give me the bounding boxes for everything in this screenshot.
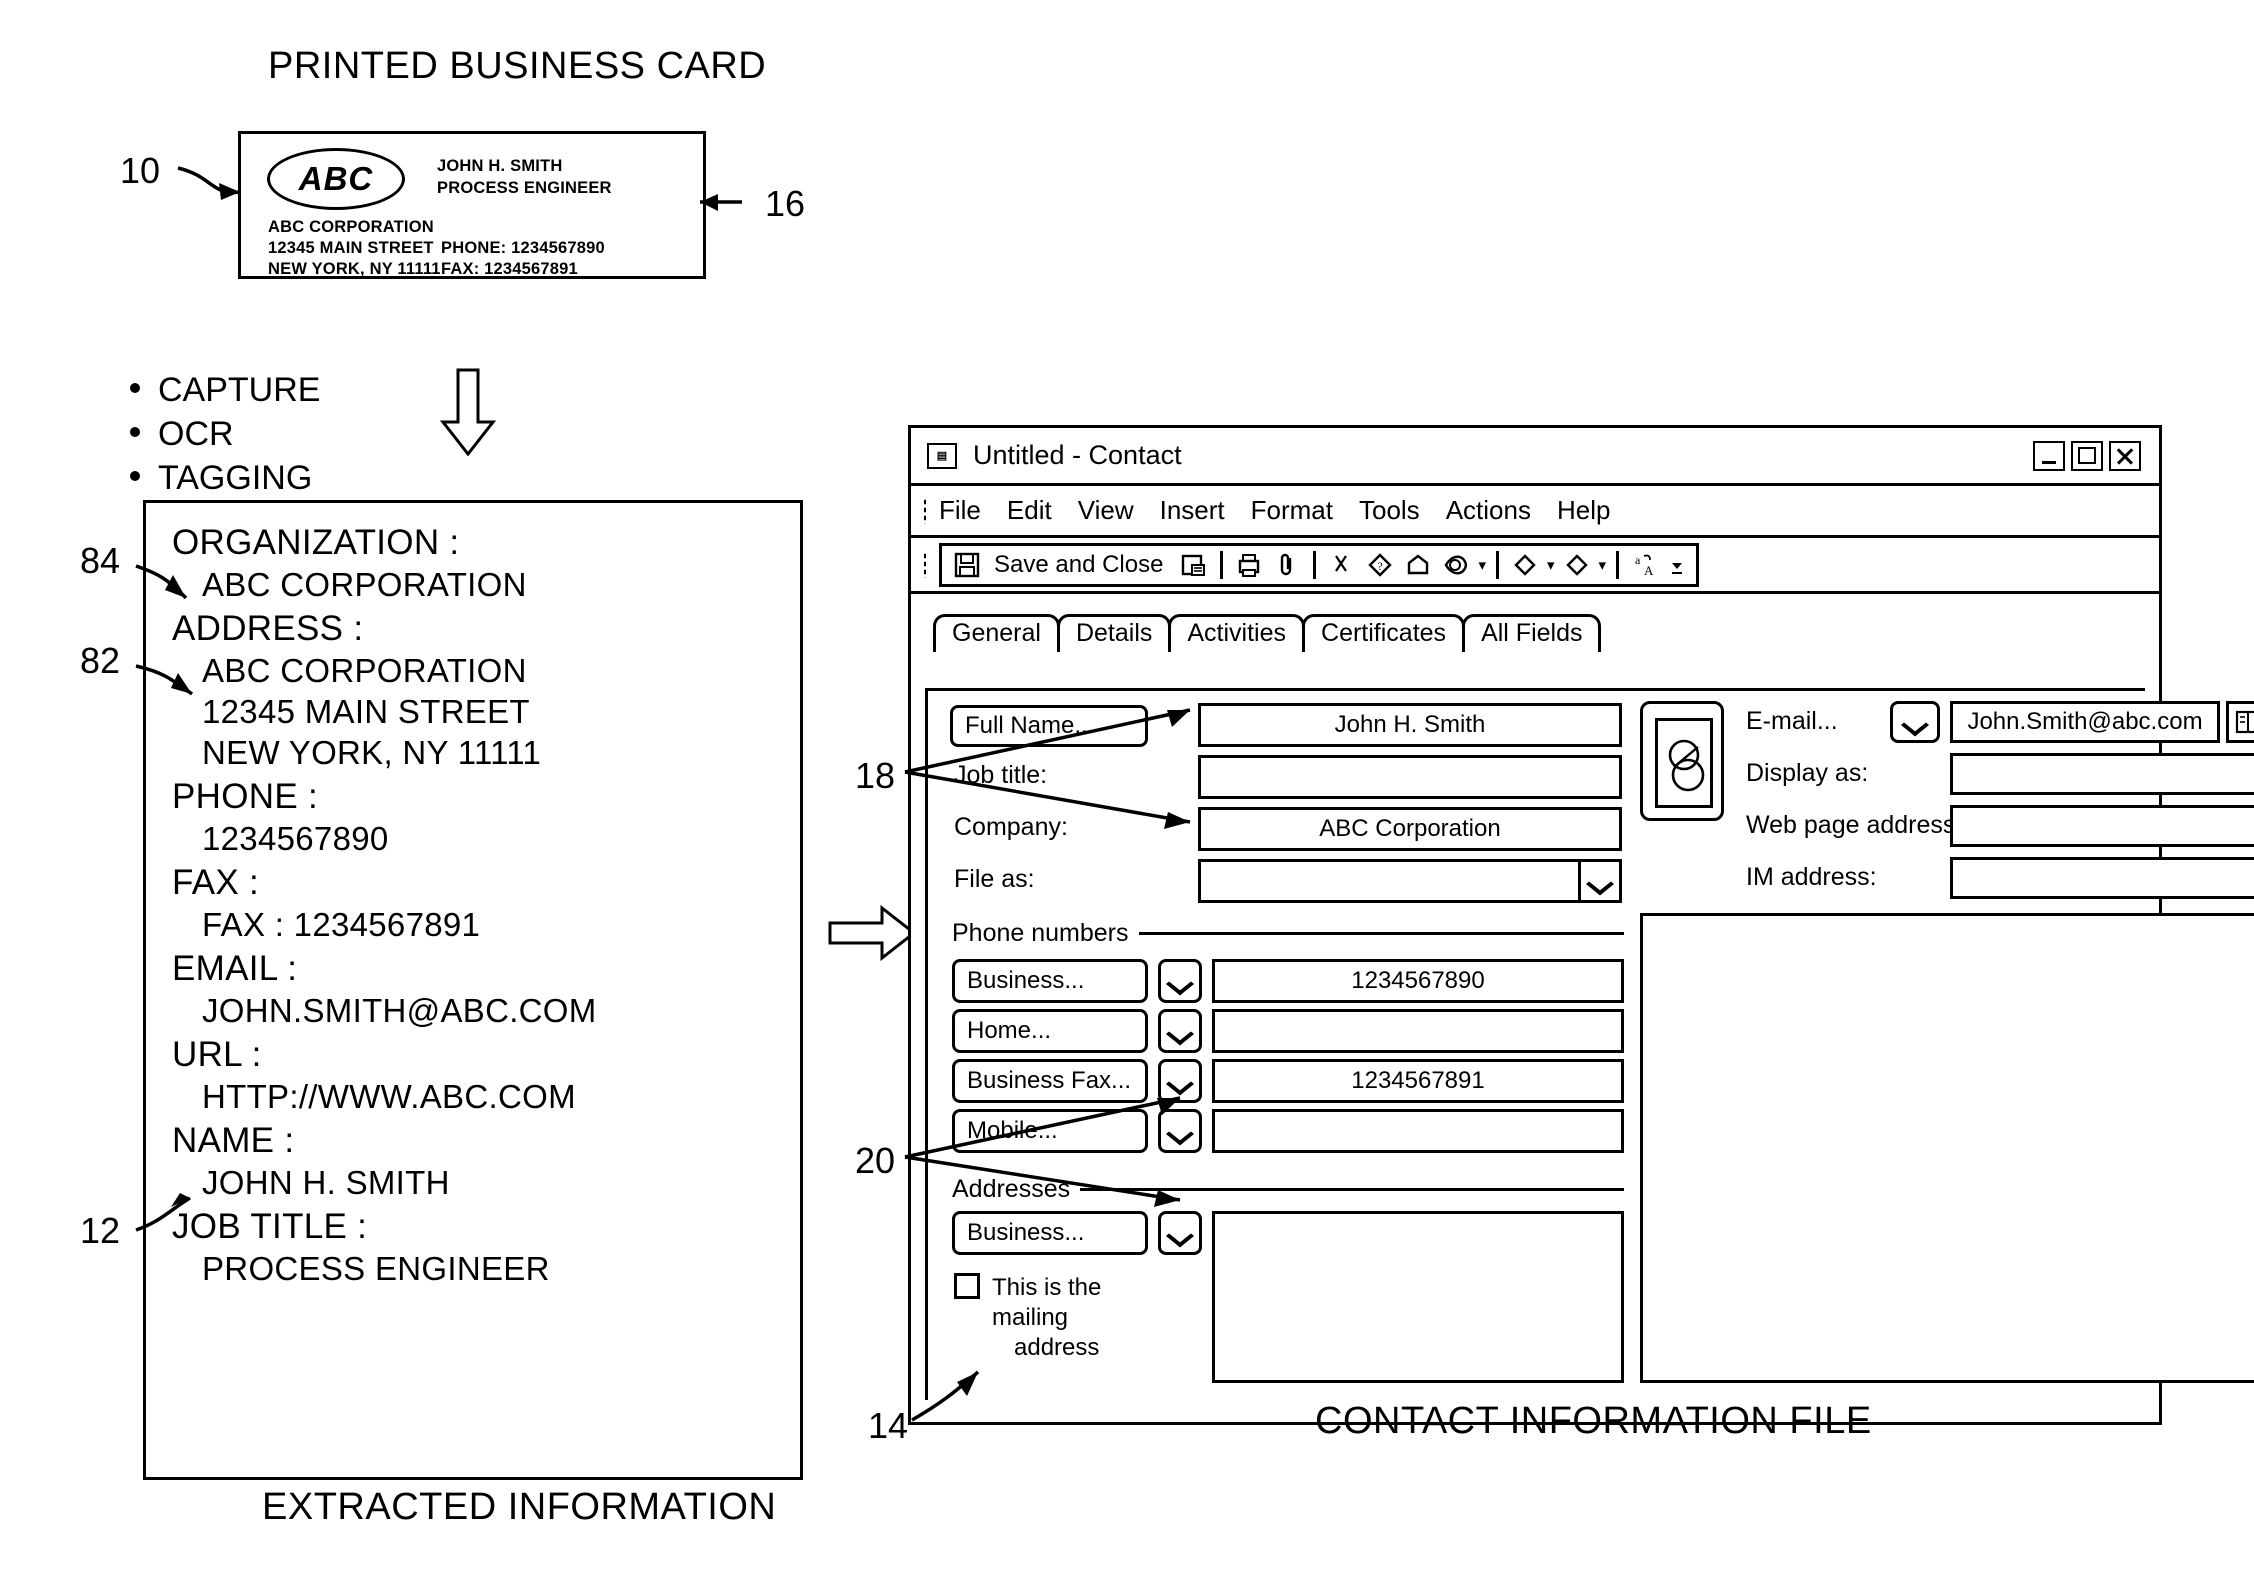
tab-general[interactable]: General xyxy=(933,614,1060,652)
leader-lines-contact xyxy=(904,708,1191,1422)
patent-figure-page: PRINTED BUSINESS CARD 10 ABC JOHN H. SMI… xyxy=(0,0,2254,1571)
